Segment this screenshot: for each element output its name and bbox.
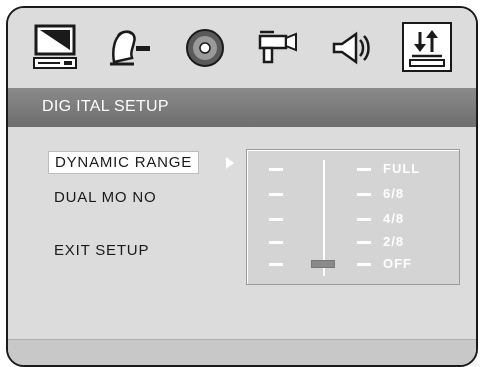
level-label-off[interactable]: OFF (383, 256, 412, 271)
level-label-full[interactable]: FULL (383, 161, 420, 176)
page-title: DIG ITAL SETUP (42, 98, 169, 115)
left-tick (269, 241, 283, 244)
person-face-icon[interactable] (104, 22, 154, 72)
icon-bar (8, 8, 476, 88)
dynamic-range-panel: FULL 6/8 4/8 2/8 OFF (246, 149, 460, 285)
chevron-right-icon (226, 157, 234, 169)
menu-item-dynamic-range[interactable]: DYNAMIC RANGE (48, 151, 200, 174)
right-tick (357, 263, 371, 266)
right-tick (357, 193, 371, 196)
level-label-2-8[interactable]: 2/8 (383, 234, 404, 249)
left-tick (269, 218, 283, 221)
level-label-4-8[interactable]: 4/8 (383, 211, 404, 226)
content-area: DYNAMIC RANGE DUAL MO NO EXIT SETUP FULL… (8, 127, 476, 339)
left-tick (269, 168, 283, 171)
left-tick (269, 263, 283, 266)
slider-knob[interactable] (311, 260, 335, 268)
setup-window: DIG ITAL SETUP DYNAMIC RANGE DUAL MO NO … (6, 6, 478, 367)
footer-bar (8, 339, 476, 365)
up-down-arrows-icon[interactable] (402, 22, 452, 72)
right-tick (357, 218, 371, 221)
speaker-icon[interactable] (326, 22, 376, 72)
computer-monitor-icon[interactable] (30, 22, 80, 72)
title-bar: DIG ITAL SETUP (8, 88, 476, 127)
menu-item-exit-setup[interactable]: EXIT SETUP (54, 242, 149, 259)
slider-track[interactable] (323, 160, 325, 276)
level-label-6-8[interactable]: 6/8 (383, 186, 404, 201)
left-tick (269, 193, 283, 196)
right-tick (357, 168, 371, 171)
right-tick (357, 241, 371, 244)
menu-item-dual-mono[interactable]: DUAL MO NO (54, 189, 156, 206)
disc-icon[interactable] (180, 22, 230, 72)
video-camera-icon[interactable] (252, 22, 302, 72)
